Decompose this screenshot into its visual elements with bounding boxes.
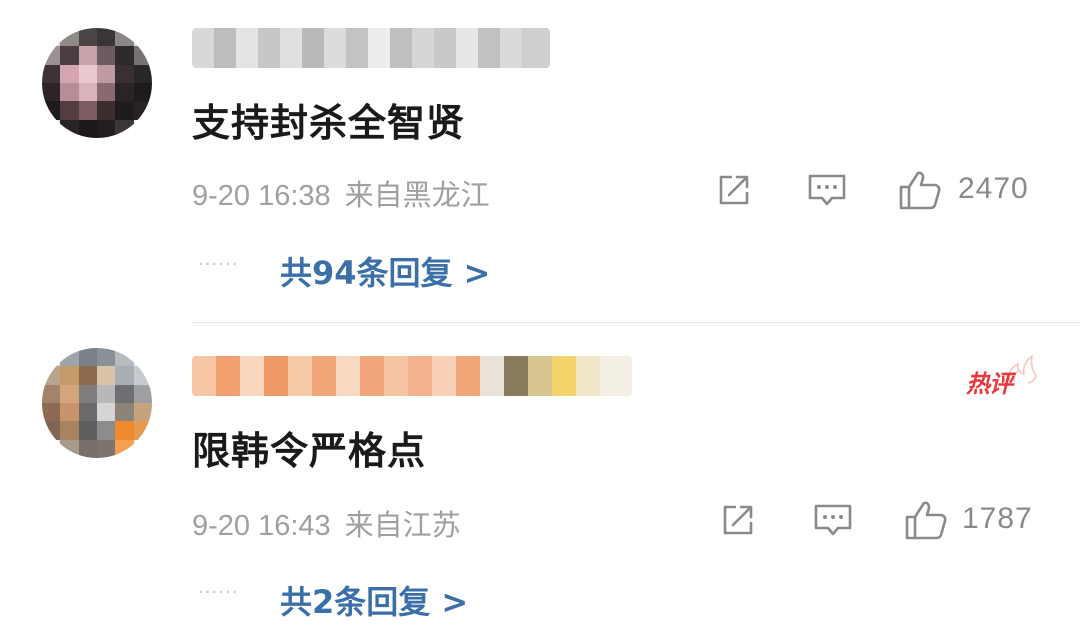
share-button[interactable] xyxy=(716,498,760,542)
avatar[interactable] xyxy=(42,348,152,458)
view-replies-link[interactable]: 共94条回复 > xyxy=(280,248,491,294)
hot-comment-label: 热评 xyxy=(966,370,1013,398)
comment-button[interactable] xyxy=(804,168,848,212)
view-replies-link[interactable]: 共2条回复 > xyxy=(280,577,468,623)
reply-dots: ······ xyxy=(198,582,239,603)
comment-icon xyxy=(808,174,846,206)
comment-meta: 9-20 16:43 来自江苏 xyxy=(192,502,461,544)
like-count: 1787 xyxy=(962,502,1033,535)
share-icon xyxy=(723,505,753,535)
avatar[interactable] xyxy=(42,28,152,138)
share-icon xyxy=(719,175,749,205)
thumbs-up-icon xyxy=(899,171,941,210)
username-blurred[interactable] xyxy=(192,28,550,68)
thumbs-up-icon xyxy=(905,501,947,540)
comment-date: 9-20 16:43 xyxy=(192,510,331,542)
hot-comment-badge: 热评 xyxy=(966,354,1038,400)
comment-text: 限韩令严格点 xyxy=(192,429,427,473)
comment-icon xyxy=(814,504,852,536)
comment-item: 支持封杀全智贤 9-20 16:38 来自黑龙江 2470 ······ 共94条… xyxy=(0,0,1080,323)
like-button[interactable] xyxy=(902,498,952,542)
comment-location: 来自江苏 xyxy=(344,510,461,542)
share-button[interactable] xyxy=(712,168,756,212)
comment-text: 支持封杀全智贤 xyxy=(192,101,466,145)
comment-date: 9-20 16:38 xyxy=(192,180,331,212)
comment-meta: 9-20 16:38 来自黑龙江 xyxy=(192,172,490,214)
comment-item: 热评 限韩令严格点 9-20 16:43 来自江苏 1787 ······ 共2条… xyxy=(0,324,1080,634)
like-count: 2470 xyxy=(958,172,1029,205)
like-button[interactable] xyxy=(896,168,946,212)
reply-dots: ······ xyxy=(198,254,239,275)
username-blurred[interactable] xyxy=(192,356,632,396)
comment-button[interactable] xyxy=(810,498,854,542)
divider xyxy=(192,322,1080,323)
comment-location: 来自黑龙江 xyxy=(344,180,490,212)
